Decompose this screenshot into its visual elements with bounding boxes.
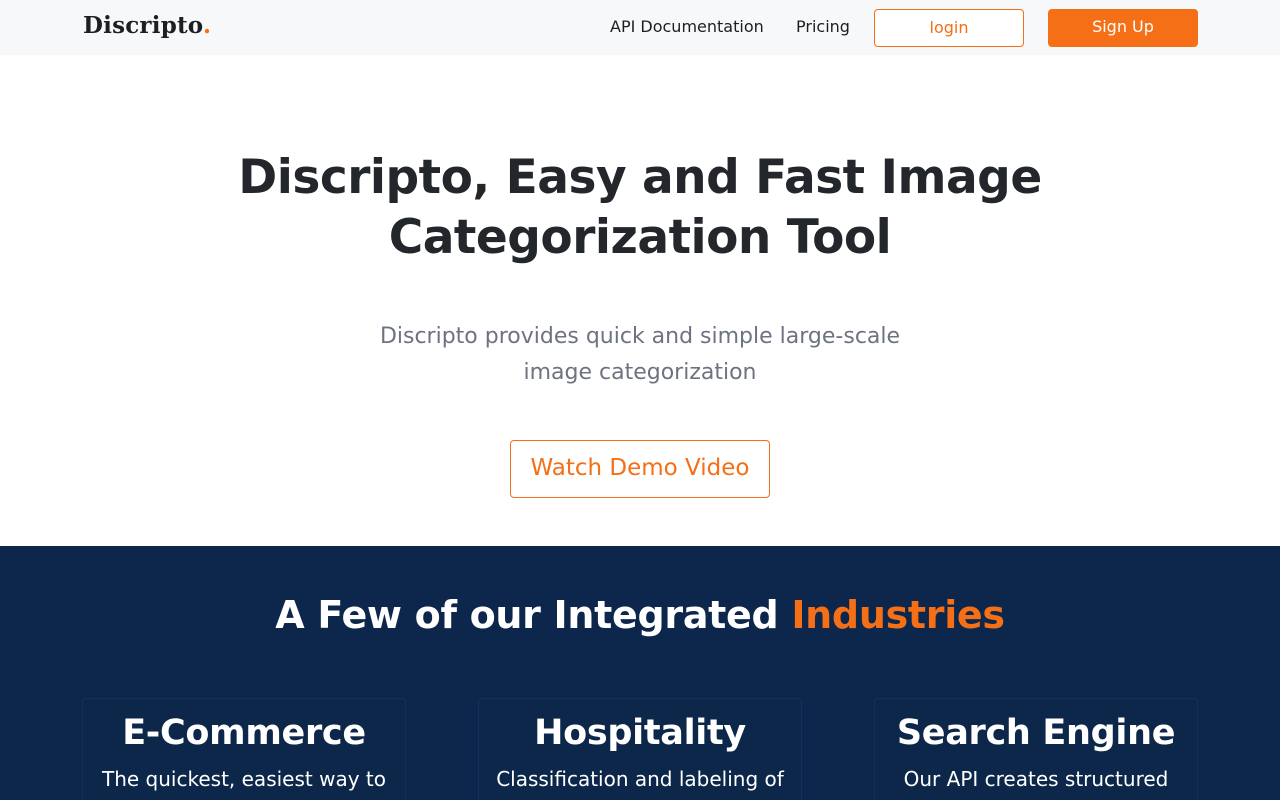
hero-subtitle-line-2: image categorization xyxy=(523,360,757,385)
industries-title: A Few of our Integrated Industries xyxy=(140,590,1140,640)
hero-title-line-2: Categorization Tool xyxy=(388,210,892,265)
hero-subtitle: Discripto provides quick and simple larg… xyxy=(340,319,940,391)
logo-dot: . xyxy=(202,12,212,39)
industry-card-text: The quickest, easiest way to xyxy=(102,767,386,791)
hero-title: Discripto, Easy and Fast Image Categoriz… xyxy=(140,148,1140,268)
industry-card-title: Search Engine xyxy=(896,713,1176,753)
login-button[interactable]: login xyxy=(874,9,1024,47)
nav-link-pricing[interactable]: Pricing xyxy=(796,16,850,38)
logo-text: Discripto xyxy=(83,12,203,39)
industry-card-e-commerce: E-Commerce The quickest, easiest way to xyxy=(82,698,406,800)
industries-title-prefix: A Few of our Integrated xyxy=(275,593,792,637)
top-nav: Discripto. API Documentation Pricing log… xyxy=(0,0,1280,55)
industry-card-hospitality: Hospitality Classification and labeling … xyxy=(478,698,802,800)
hero-subtitle-line-1: Discripto provides quick and simple larg… xyxy=(379,324,901,349)
industry-card-title: E-Commerce xyxy=(122,713,366,753)
industry-card-title: Hospitality xyxy=(534,713,746,753)
industries-title-accent: Industries xyxy=(791,593,1005,637)
hero-title-line-1: Discripto, Easy and Fast Image xyxy=(238,150,1042,205)
sign-up-button[interactable]: Sign Up xyxy=(1048,9,1198,47)
industry-card-text: Our API creates structured xyxy=(903,767,1169,791)
industry-card-text: Classification and labeling of xyxy=(496,767,784,791)
watch-demo-video-button[interactable]: Watch Demo Video xyxy=(510,440,770,498)
industry-card-search-engine: Search Engine Our API creates structured xyxy=(874,698,1198,800)
industries-section: A Few of our Integrated Industries E-Com… xyxy=(0,546,1280,800)
logo[interactable]: Discripto. xyxy=(83,11,211,41)
nav-link-api-documentation[interactable]: API Documentation xyxy=(610,16,764,38)
